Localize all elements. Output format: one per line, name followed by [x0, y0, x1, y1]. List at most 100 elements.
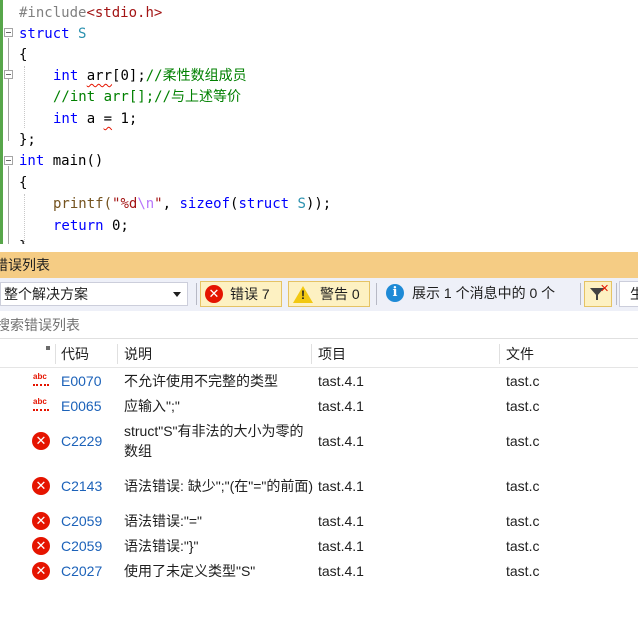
code-line-8[interactable]: int main() [19, 150, 103, 172]
error-code-link[interactable]: C2059 [61, 534, 102, 558]
column-header-file[interactable]: 文件 [506, 340, 534, 368]
code-line-5[interactable]: //int arr[];//与上述等价 [53, 86, 241, 108]
error-icon: ✕ [32, 562, 50, 580]
code-line-1[interactable]: #include<stdio.h> [19, 2, 162, 24]
type-name: S [78, 26, 87, 42]
fold-struct-icon[interactable] [4, 28, 13, 37]
table-row[interactable]: ✕ C2059 语法错误:"=" tast.4.1 tast.c [0, 509, 638, 533]
fold-region-line [8, 166, 9, 244]
code-line-10[interactable]: printf("%d\n", sizeof(struct S)); [53, 193, 331, 215]
error-icon: ✕ [205, 285, 223, 303]
error-code-link[interactable]: C2143 [61, 464, 102, 508]
fold-region-line [8, 80, 9, 98]
table-row[interactable]: ✕ C2143 语法错误: 缺少";"(在"="的前面) tast.4.1 ta… [0, 464, 638, 508]
warnings-filter-button[interactable]: ! 警告 0 [288, 281, 370, 307]
comment: //int arr[];//与上述等价 [53, 89, 242, 105]
fold-arr-icon[interactable] [4, 70, 13, 79]
error-file: tast.c [506, 563, 540, 579]
error-project: tast.4.1 [318, 373, 364, 389]
warning-icon: ! [293, 286, 313, 303]
error-code-link[interactable]: C2027 [61, 559, 102, 583]
spelling-error-icon: abc [32, 372, 50, 387]
warnings-filter-label: 警告 0 [320, 286, 360, 302]
table-row[interactable]: ✕ C2027 使用了未定义类型"S" tast.4.1 tast.c [0, 559, 638, 583]
scope-dropdown-value: 整个解决方案 [4, 286, 88, 302]
error-file: tast.c [506, 538, 540, 554]
scope-dropdown[interactable]: 整个解决方案 [0, 282, 188, 306]
column-divider[interactable] [311, 344, 312, 364]
error-code-link[interactable]: C2229 [61, 419, 102, 463]
code-line-7[interactable]: }; [19, 129, 36, 151]
code-line-6[interactable]: int a = 1; [53, 108, 137, 130]
code-line-12[interactable]: } [19, 236, 27, 244]
comment: //柔性数组成员 [145, 68, 247, 84]
toolbar-separator [616, 283, 617, 305]
error-description: 语法错误:"}" [124, 538, 199, 554]
code-text: [0]; [112, 68, 146, 84]
toolbar-separator [376, 283, 377, 305]
brace: { [19, 47, 28, 63]
code-line-9[interactable]: { [19, 172, 27, 194]
toolbar-separator [580, 283, 581, 305]
code-editor[interactable]: #include<stdio.h> struct S { int arr[0];… [0, 0, 638, 244]
table-row[interactable]: abc E0070 不允许使用不完整的类型 tast.4.1 tast.c [0, 369, 638, 393]
error-file: tast.c [506, 373, 540, 389]
code-line-4[interactable]: int arr[0];//柔性数组成员 [53, 65, 247, 87]
clear-filter-button[interactable]: ✕ [584, 281, 612, 307]
errors-filter-button[interactable]: ✕ 错误 7 [200, 281, 282, 307]
errors-filter-label: 错误 7 [230, 286, 270, 302]
error-list-title-bar[interactable]: 错误列表 [0, 252, 638, 278]
clear-x-icon: ✕ [600, 283, 610, 295]
escape-sequence: \n [137, 196, 155, 212]
code-text: )); [305, 196, 332, 212]
column-divider[interactable] [117, 344, 118, 364]
error-description: 语法错误:"=" [124, 513, 203, 529]
error-code-link[interactable]: E0065 [61, 394, 101, 418]
code-text: 1; [112, 111, 138, 127]
error-project: tast.4.1 [318, 563, 364, 579]
code-line-2[interactable]: struct S [19, 23, 86, 45]
filter-icon-stem [596, 293, 598, 300]
error-list-header: 代码 说明 项目 文件 [0, 340, 638, 368]
keyword: struct [238, 196, 290, 212]
error-project: tast.4.1 [318, 538, 364, 554]
code-line-11[interactable]: return 0; [53, 215, 129, 237]
column-divider[interactable] [55, 344, 56, 364]
fold-main-icon[interactable] [4, 156, 13, 165]
change-tracking-bar [0, 0, 3, 244]
include-header: <stdio.h> [86, 5, 163, 21]
error-code-link[interactable]: C2059 [61, 509, 102, 533]
brace: { [19, 175, 28, 191]
sort-indicator-icon[interactable] [46, 346, 50, 350]
string-literal: " [154, 196, 163, 212]
error-squiggle-arr[interactable]: arr [87, 68, 112, 84]
error-icon: ✕ [32, 432, 50, 450]
build-filter-dropdown[interactable]: 生 [619, 281, 638, 307]
error-file: tast.c [506, 478, 540, 494]
column-header-code[interactable]: 代码 [61, 340, 89, 368]
indent-guide [24, 66, 25, 128]
column-header-project[interactable]: 项目 [318, 340, 346, 368]
error-description: 不允许使用不完整的类型 [124, 373, 278, 389]
code-line-3[interactable]: { [19, 44, 27, 66]
info-icon: i [386, 284, 404, 302]
error-icon: ✕ [32, 512, 50, 530]
table-row[interactable]: ✕ C2059 语法错误:"}" tast.4.1 tast.c [0, 534, 638, 558]
function-signature: main() [44, 153, 104, 169]
panel-title: 错误列表 [0, 257, 50, 273]
table-row[interactable]: ✕ C2229 struct"S"有非法的大小为零的数组 tast.4.1 ta… [0, 419, 638, 463]
table-row[interactable]: abc E0065 应输入";" tast.4.1 tast.c [0, 394, 638, 418]
error-code-link[interactable]: E0070 [61, 369, 101, 393]
column-header-description[interactable]: 说明 [124, 340, 152, 368]
error-project: tast.4.1 [318, 398, 364, 414]
messages-filter-button[interactable]: i 展示 1 个消息中的 0 个 [382, 281, 576, 307]
column-divider[interactable] [499, 344, 500, 364]
type-name: S [297, 196, 306, 212]
keyword: int [19, 153, 45, 169]
error-squiggle-eq[interactable]: = [104, 111, 112, 127]
build-filter-label: 生 [630, 286, 638, 302]
error-project: tast.4.1 [318, 513, 364, 529]
error-icon: ✕ [32, 537, 50, 555]
messages-filter-label: 展示 1 个消息中的 0 个 [412, 285, 556, 301]
search-input[interactable] [0, 313, 598, 337]
